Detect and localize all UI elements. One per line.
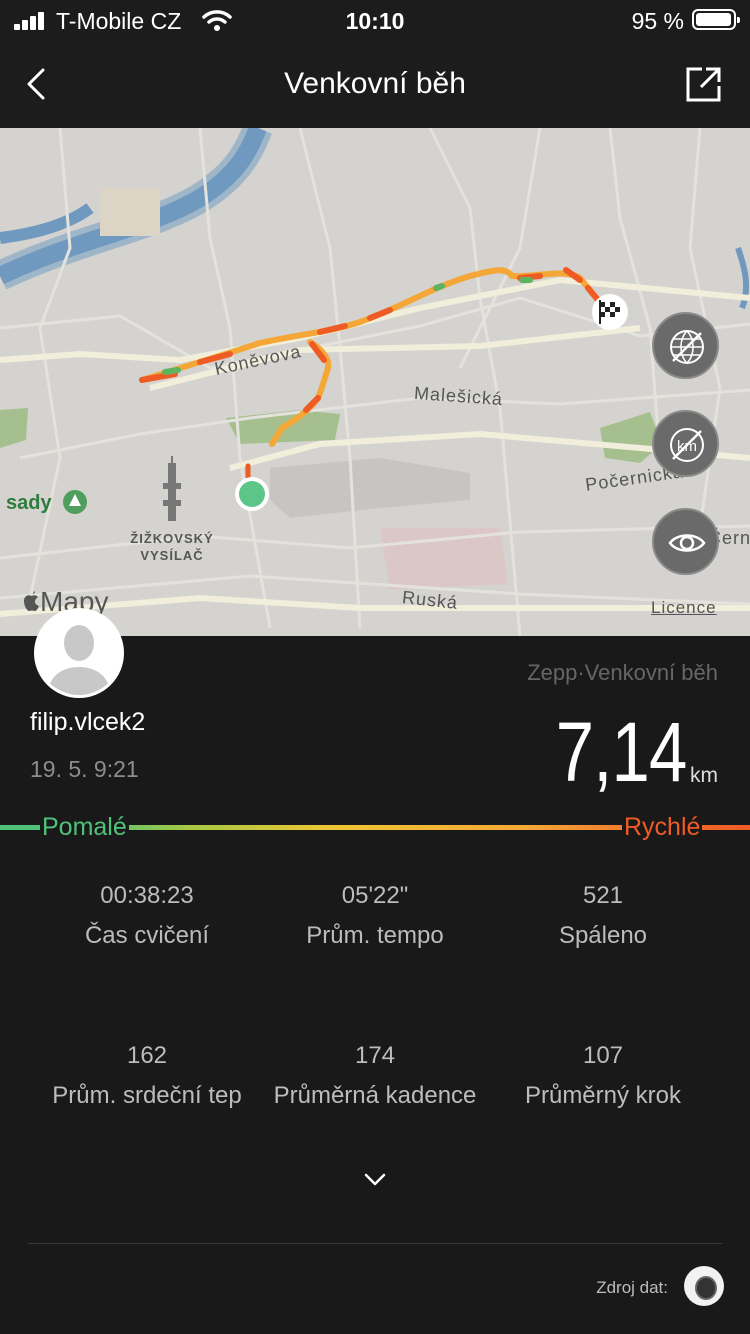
divider bbox=[28, 1243, 722, 1244]
stat-label: Prům. srdeční tep bbox=[52, 1082, 242, 1109]
landmark-label: ŽIŽKOVSKÝ VYSÍLAČ bbox=[130, 531, 214, 563]
stat-label: Spáleno bbox=[558, 922, 648, 949]
navigation-bar: Venkovní běh bbox=[0, 40, 750, 128]
share-icon[interactable] bbox=[682, 62, 726, 106]
stat-value: 05'22" bbox=[341, 882, 409, 909]
visibility-toggle-button[interactable] bbox=[652, 508, 719, 575]
route-map[interactable]: Koněvova Malešická Počernická Ruská Čern… bbox=[0, 128, 750, 636]
stat-avg-cadence: 174 Průměrná kadence bbox=[250, 1042, 500, 1110]
workout-datetime: 19. 5. 9:21 bbox=[30, 756, 139, 782]
avatar[interactable] bbox=[34, 608, 124, 698]
stat-duration: 00:38:23 Čas cvičení bbox=[22, 882, 272, 950]
stat-label: Průměrná kadence bbox=[273, 1082, 477, 1109]
stat-avg-pace: 05'22" Prům. tempo bbox=[250, 882, 500, 950]
stat-value: 162 bbox=[126, 1042, 168, 1069]
workout-source-title: Zepp·Venkovní běh bbox=[527, 660, 718, 685]
park-label: sady bbox=[6, 492, 52, 514]
expand-chevron-down-icon[interactable] bbox=[363, 1170, 387, 1188]
licence-link[interactable]: Licence bbox=[651, 598, 717, 618]
stat-value: 00:38:23 bbox=[100, 882, 194, 909]
eye-icon bbox=[668, 534, 706, 552]
stat-avg-stride: 107 Průměrný krok bbox=[478, 1042, 728, 1110]
stat-label: Průměrný krok bbox=[524, 1082, 682, 1109]
speed-fast-label: Rychlé bbox=[622, 810, 703, 844]
data-source-label: Zdroj dat: bbox=[596, 1278, 668, 1297]
stat-label: Prům. tempo bbox=[306, 922, 444, 949]
stat-label: Čas cvičení bbox=[84, 922, 210, 949]
stat-value: 174 bbox=[354, 1042, 396, 1069]
apple-logo-icon bbox=[24, 591, 39, 611]
stat-value: 521 bbox=[582, 882, 624, 909]
stat-calories: 521 Spáleno bbox=[478, 882, 728, 950]
distance-unit: km bbox=[690, 764, 718, 787]
battery-icon bbox=[692, 9, 740, 30]
km-off-icon: km bbox=[670, 428, 704, 462]
distance-value: 7,14 bbox=[555, 705, 687, 799]
map-layer-toggle-button[interactable] bbox=[652, 312, 719, 379]
watch-device-icon[interactable] bbox=[684, 1266, 724, 1306]
globe-off-icon bbox=[670, 330, 704, 364]
user-silhouette-icon bbox=[37, 611, 121, 695]
speed-slow-label: Pomalé bbox=[40, 810, 129, 844]
status-bar: T-Mobile CZ 10:10 95 % bbox=[0, 0, 750, 40]
tv-tower bbox=[163, 456, 181, 521]
username: filip.vlcek2 bbox=[30, 708, 146, 736]
battery-percentage: 95 % bbox=[631, 8, 684, 34]
distance-display: 7,14 km bbox=[527, 705, 718, 799]
page-title: Venkovní běh bbox=[284, 67, 466, 100]
stat-value: 107 bbox=[582, 1042, 624, 1069]
stat-avg-heart-rate: 162 Prům. srdeční tep bbox=[22, 1042, 272, 1110]
km-markers-toggle-button[interactable]: km bbox=[652, 410, 719, 477]
